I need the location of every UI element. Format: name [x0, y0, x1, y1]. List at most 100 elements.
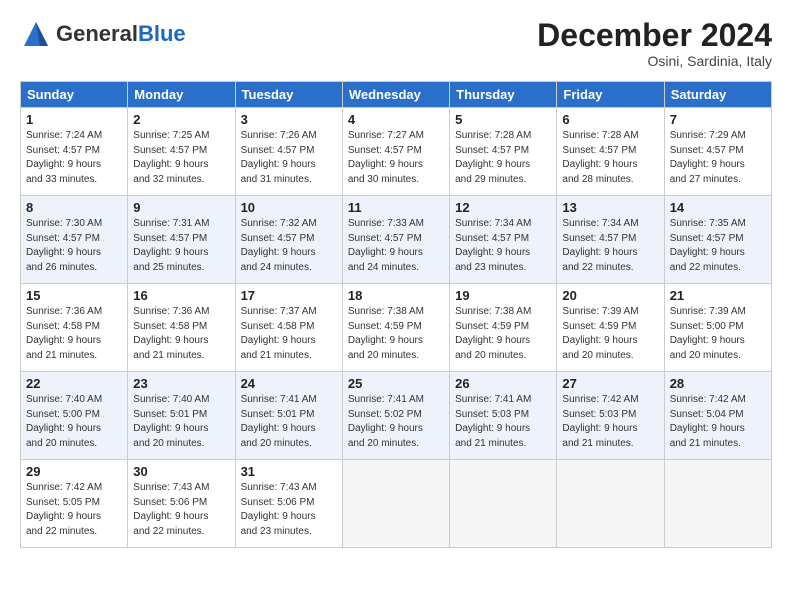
day-number: 26 [455, 376, 551, 391]
weekday-header-tuesday: Tuesday [235, 82, 342, 108]
day-info: Sunrise: 7:42 AM Sunset: 5:04 PM Dayligh… [670, 393, 766, 451]
day-number: 19 [455, 288, 551, 303]
calendar-cell: 15 Sunrise: 7:36 AM Sunset: 4:58 PM Dayli… [21, 284, 128, 372]
day-info: Sunrise: 7:29 AM Sunset: 4:57 PM Dayligh… [670, 129, 766, 187]
calendar-cell: 5Sunrise: 7:28 AM Sunset: 4:57 PM Daylig… [450, 108, 557, 196]
day-info: Sunrise: 7:28 AM Sunset: 4:57 PM Dayligh… [562, 129, 658, 187]
calendar-week-row: 29 Sunrise: 7:42 AM Sunset: 5:05 PM Dayli… [21, 460, 772, 548]
day-number: 16 [133, 288, 229, 303]
day-number: 11 [348, 200, 444, 215]
calendar-cell [342, 460, 449, 548]
calendar-cell: 6Sunrise: 7:28 AM Sunset: 4:57 PM Daylig… [557, 108, 664, 196]
day-info: Sunrise: 7:43 AM Sunset: 5:06 PM Dayligh… [133, 481, 229, 539]
day-info: Sunrise: 7:37 AM Sunset: 4:58 PM Dayligh… [241, 305, 337, 363]
day-number: 13 [562, 200, 658, 215]
calendar-cell: 2 Sunrise: 7:25 AM Sunset: 4:57 PM Daylig… [128, 108, 235, 196]
day-info: Sunrise: 7:38 AM Sunset: 4:59 PM Dayligh… [348, 305, 444, 363]
day-number: 28 [670, 376, 766, 391]
calendar-cell: 10 Sunrise: 7:32 AM Sunset: 4:57 PM Dayli… [235, 196, 342, 284]
day-number: 3 [241, 112, 337, 127]
calendar-cell [450, 460, 557, 548]
calendar-cell: 19 Sunrise: 7:38 AM Sunset: 4:59 PM Dayli… [450, 284, 557, 372]
day-number: 22 [26, 376, 122, 391]
calendar-cell: 7 Sunrise: 7:29 AM Sunset: 4:57 PM Daylig… [664, 108, 771, 196]
day-number: 15 [26, 288, 122, 303]
day-info: Sunrise: 7:33 AM Sunset: 4:57 PM Dayligh… [348, 217, 444, 275]
calendar-cell: 1 Sunrise: 7:24 AM Sunset: 4:57 PM Daylig… [21, 108, 128, 196]
day-info: Sunrise: 7:42 AM Sunset: 5:03 PM Dayligh… [562, 393, 658, 451]
calendar-cell: 16Sunrise: 7:36 AM Sunset: 4:58 PM Dayli… [128, 284, 235, 372]
calendar-cell: 30 Sunrise: 7:43 AM Sunset: 5:06 PM Dayli… [128, 460, 235, 548]
calendar-cell: 4 Sunrise: 7:27 AM Sunset: 4:57 PM Daylig… [342, 108, 449, 196]
calendar-cell: 28 Sunrise: 7:42 AM Sunset: 5:04 PM Dayli… [664, 372, 771, 460]
day-number: 20 [562, 288, 658, 303]
calendar-cell: 20 Sunrise: 7:39 AM Sunset: 4:59 PM Dayli… [557, 284, 664, 372]
calendar-cell: 23 Sunrise: 7:40 AM Sunset: 5:01 PM Dayli… [128, 372, 235, 460]
day-number: 4 [348, 112, 444, 127]
calendar-week-row: 15 Sunrise: 7:36 AM Sunset: 4:58 PM Dayli… [21, 284, 772, 372]
day-info: Sunrise: 7:35 AM Sunset: 4:57 PM Dayligh… [670, 217, 766, 275]
day-number: 31 [241, 464, 337, 479]
calendar-week-row: 22Sunrise: 7:40 AM Sunset: 5:00 PM Dayli… [21, 372, 772, 460]
day-number: 8 [26, 200, 122, 215]
day-number: 18 [348, 288, 444, 303]
day-number: 2 [133, 112, 229, 127]
weekday-header-sunday: Sunday [21, 82, 128, 108]
day-info: Sunrise: 7:24 AM Sunset: 4:57 PM Dayligh… [26, 129, 122, 187]
day-number: 10 [241, 200, 337, 215]
day-number: 30 [133, 464, 229, 479]
calendar-cell: 14Sunrise: 7:35 AM Sunset: 4:57 PM Dayli… [664, 196, 771, 284]
logo-icon [20, 18, 52, 50]
weekday-header-saturday: Saturday [664, 82, 771, 108]
calendar-cell: 25 Sunrise: 7:41 AM Sunset: 5:02 PM Dayli… [342, 372, 449, 460]
day-info: Sunrise: 7:38 AM Sunset: 4:59 PM Dayligh… [455, 305, 551, 363]
day-info: Sunrise: 7:43 AM Sunset: 5:06 PM Dayligh… [241, 481, 337, 539]
day-number: 25 [348, 376, 444, 391]
day-info: Sunrise: 7:41 AM Sunset: 5:02 PM Dayligh… [348, 393, 444, 451]
calendar-cell: 8 Sunrise: 7:30 AM Sunset: 4:57 PM Daylig… [21, 196, 128, 284]
calendar-cell: 12 Sunrise: 7:34 AM Sunset: 4:57 PM Dayli… [450, 196, 557, 284]
day-info: Sunrise: 7:32 AM Sunset: 4:57 PM Dayligh… [241, 217, 337, 275]
day-info: Sunrise: 7:34 AM Sunset: 4:57 PM Dayligh… [455, 217, 551, 275]
logo-text: GeneralBlue [56, 22, 186, 46]
day-number: 23 [133, 376, 229, 391]
weekday-header-wednesday: Wednesday [342, 82, 449, 108]
title-block: December 2024 Osini, Sardinia, Italy [537, 18, 772, 69]
day-number: 7 [670, 112, 766, 127]
calendar-cell: 24Sunrise: 7:41 AM Sunset: 5:01 PM Dayli… [235, 372, 342, 460]
calendar-week-row: 8 Sunrise: 7:30 AM Sunset: 4:57 PM Daylig… [21, 196, 772, 284]
calendar-cell: 29 Sunrise: 7:42 AM Sunset: 5:05 PM Dayli… [21, 460, 128, 548]
weekday-header-monday: Monday [128, 82, 235, 108]
day-info: Sunrise: 7:30 AM Sunset: 4:57 PM Dayligh… [26, 217, 122, 275]
logo: GeneralBlue [20, 18, 186, 50]
calendar-cell: 13Sunrise: 7:34 AM Sunset: 4:57 PM Dayli… [557, 196, 664, 284]
calendar-cell: 22Sunrise: 7:40 AM Sunset: 5:00 PM Dayli… [21, 372, 128, 460]
calendar-cell: 17 Sunrise: 7:37 AM Sunset: 4:58 PM Dayli… [235, 284, 342, 372]
day-info: Sunrise: 7:27 AM Sunset: 4:57 PM Dayligh… [348, 129, 444, 187]
day-info: Sunrise: 7:36 AM Sunset: 4:58 PM Dayligh… [26, 305, 122, 363]
day-info: Sunrise: 7:39 AM Sunset: 5:00 PM Dayligh… [670, 305, 766, 363]
weekday-header-row: SundayMondayTuesdayWednesdayThursdayFrid… [21, 82, 772, 108]
day-number: 9 [133, 200, 229, 215]
calendar-cell [557, 460, 664, 548]
header: GeneralBlue December 2024 Osini, Sardini… [20, 18, 772, 69]
calendar-cell: 31 Sunrise: 7:43 AM Sunset: 5:06 PM Dayli… [235, 460, 342, 548]
day-number: 29 [26, 464, 122, 479]
day-info: Sunrise: 7:42 AM Sunset: 5:05 PM Dayligh… [26, 481, 122, 539]
day-number: 5 [455, 112, 551, 127]
calendar-cell: 27 Sunrise: 7:42 AM Sunset: 5:03 PM Dayli… [557, 372, 664, 460]
location: Osini, Sardinia, Italy [537, 53, 772, 69]
calendar: SundayMondayTuesdayWednesdayThursdayFrid… [20, 81, 772, 548]
day-number: 17 [241, 288, 337, 303]
day-number: 12 [455, 200, 551, 215]
day-info: Sunrise: 7:25 AM Sunset: 4:57 PM Dayligh… [133, 129, 229, 187]
day-number: 1 [26, 112, 122, 127]
calendar-cell: 18 Sunrise: 7:38 AM Sunset: 4:59 PM Dayli… [342, 284, 449, 372]
day-info: Sunrise: 7:39 AM Sunset: 4:59 PM Dayligh… [562, 305, 658, 363]
calendar-cell: 3Sunrise: 7:26 AM Sunset: 4:57 PM Daylig… [235, 108, 342, 196]
day-info: Sunrise: 7:40 AM Sunset: 5:01 PM Dayligh… [133, 393, 229, 451]
calendar-cell: 11 Sunrise: 7:33 AM Sunset: 4:57 PM Dayli… [342, 196, 449, 284]
weekday-header-thursday: Thursday [450, 82, 557, 108]
day-number: 27 [562, 376, 658, 391]
weekday-header-friday: Friday [557, 82, 664, 108]
